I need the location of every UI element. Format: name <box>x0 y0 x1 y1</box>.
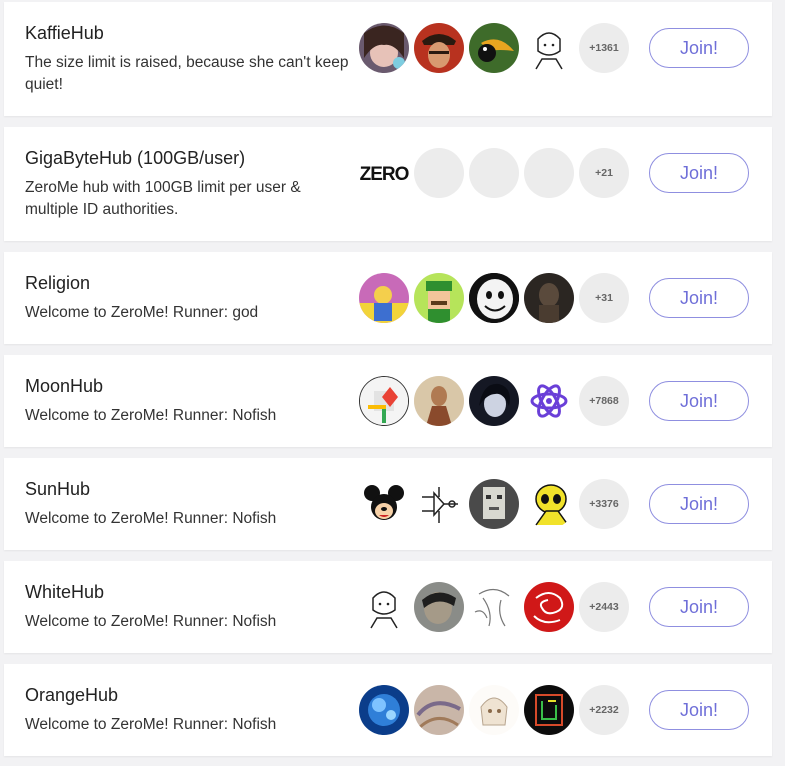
anime-girl-avatar <box>359 23 409 73</box>
yellow-skull-avatar <box>524 479 574 529</box>
pixel-face-avatar <box>469 479 519 529</box>
hub-description: Welcome to ZeroMe! Runner: god <box>25 304 259 321</box>
member-count: +2232 <box>579 685 629 735</box>
hub-title: OrangeHub <box>25 685 119 705</box>
toucan-avatar <box>469 23 519 73</box>
dark-hair-avatar <box>469 376 519 426</box>
hub-card-moonhub: MoonHub Welcome to ZeroMe! Runner: Nofis… <box>4 355 772 447</box>
creature-avatar <box>524 273 574 323</box>
blue-fractal-avatar <box>359 685 409 735</box>
anime-sketch-avatar <box>469 685 519 735</box>
member-count: +1361 <box>579 23 629 73</box>
mickey-avatar <box>359 479 409 529</box>
hub-title: MoonHub <box>25 376 104 396</box>
hub-avatars: +2443 <box>359 582 639 632</box>
hub-title: KaffieHub <box>25 23 104 43</box>
join-button[interactable]: Join! <box>649 28 749 68</box>
pirate-avatar <box>414 23 464 73</box>
hub-title: Religion <box>25 273 91 293</box>
join-button[interactable]: Join! <box>649 587 749 627</box>
portrait-avatar <box>414 376 464 426</box>
hub-title: WhiteHub <box>25 582 105 602</box>
pixel-luigi-avatar <box>414 273 464 323</box>
hub-description: Welcome to ZeroMe! Runner: Nofish <box>25 407 277 424</box>
hub-card-kaffiehub: KaffieHub The size limit is raised, beca… <box>4 2 772 116</box>
hub-description: Welcome to ZeroMe! Runner: Nofish <box>25 613 277 630</box>
zero-logo-avatar: ZERO <box>359 148 409 198</box>
member-count: +21 <box>579 148 629 198</box>
sketch-girl-avatar <box>469 582 519 632</box>
photo-face-avatar <box>414 582 464 632</box>
hub-card-sunhub: SunHub Welcome to ZeroMe! Runner: Nofish… <box>4 458 772 550</box>
hub-card-gigabytehub: GigaByteHub (100GB/user) ZeroMe hub with… <box>4 127 772 241</box>
join-button[interactable]: Join! <box>649 484 749 524</box>
hub-avatars: +31 <box>359 273 639 323</box>
hub-description: Welcome to ZeroMe! Runner: Nofish <box>25 510 277 527</box>
join-button[interactable]: Join! <box>649 381 749 421</box>
hub-description: ZeroMe hub with 100GB limit per user & m… <box>25 179 301 218</box>
empty-avatar <box>414 148 464 198</box>
svg-text:ZERO: ZERO <box>360 164 409 185</box>
hub-avatars: +3376 <box>359 479 639 529</box>
hub-description: Welcome to ZeroMe! Runner: Nofish <box>25 716 277 733</box>
join-button[interactable]: Join! <box>649 153 749 193</box>
member-count: +2443 <box>579 582 629 632</box>
abstract-avatar <box>414 685 464 735</box>
join-button[interactable]: Join! <box>649 278 749 318</box>
member-count: +3376 <box>579 479 629 529</box>
empty-avatar <box>524 148 574 198</box>
maze-avatar <box>524 685 574 735</box>
empty-avatar <box>469 148 519 198</box>
hub-card-whitehub: WhiteHub Welcome to ZeroMe! Runner: Nofi… <box>4 561 772 653</box>
sketch-boy-avatar <box>524 23 574 73</box>
hub-description: The size limit is raised, because she ca… <box>25 54 349 93</box>
circuit-avatar <box>414 479 464 529</box>
hub-avatars: +2232 <box>359 685 639 735</box>
hub-title: GigaByteHub (100GB/user) <box>25 148 246 168</box>
red-dragon-avatar <box>524 582 574 632</box>
member-count: +31 <box>579 273 629 323</box>
hub-card-religion: Religion Welcome to ZeroMe! Runner: god … <box>4 252 772 344</box>
sketch-boy-avatar <box>359 582 409 632</box>
cartoon-man-avatar <box>359 273 409 323</box>
hub-avatars: ZERO +21 <box>359 148 639 198</box>
white-face-avatar <box>469 273 519 323</box>
atom-avatar <box>524 376 574 426</box>
hub-avatars: +7868 <box>359 376 639 426</box>
hub-avatars: +1361 <box>359 23 639 73</box>
join-button[interactable]: Join! <box>649 690 749 730</box>
member-count: +7868 <box>579 376 629 426</box>
maps-icon-avatar <box>359 376 409 426</box>
hub-title: SunHub <box>25 479 91 499</box>
hub-card-orangehub: OrangeHub Welcome to ZeroMe! Runner: Nof… <box>4 664 772 756</box>
